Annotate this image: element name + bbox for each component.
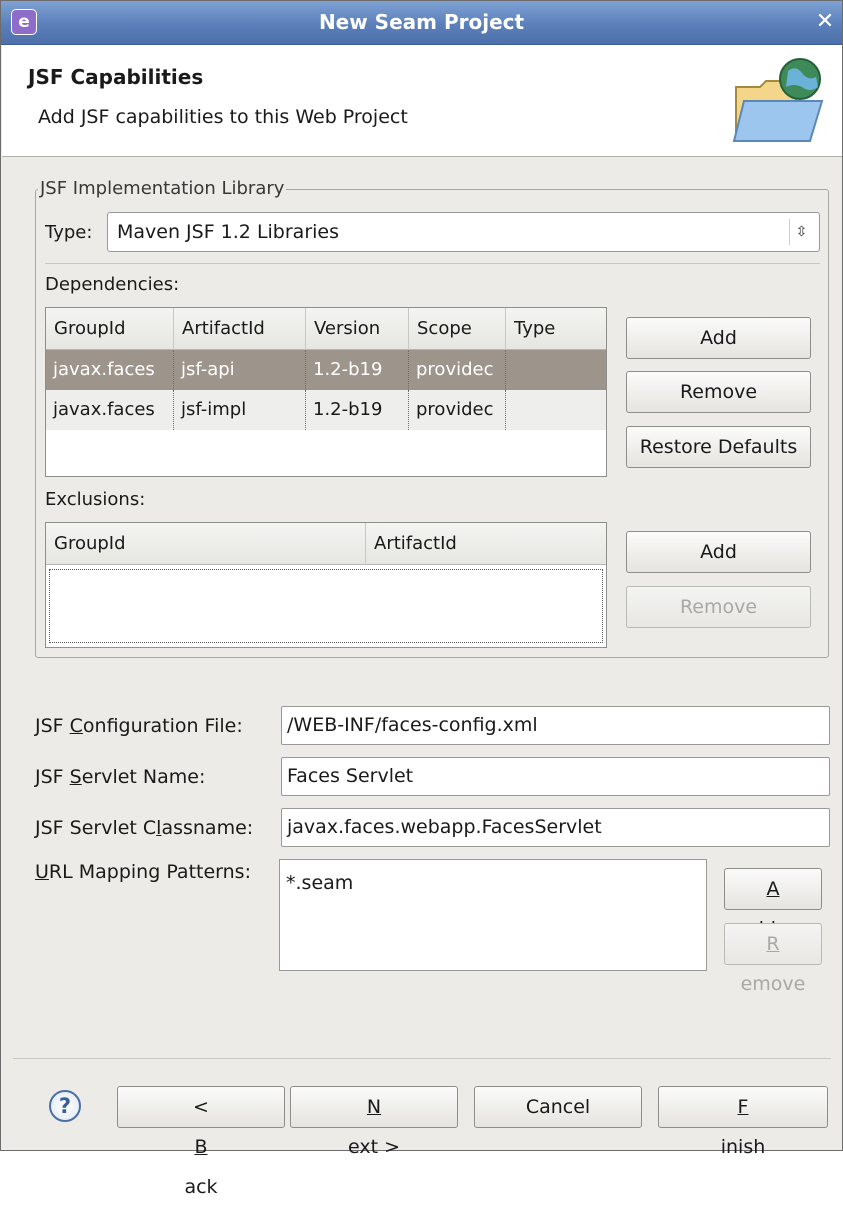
exclusion-add-button[interactable]: Add [626,531,811,573]
exclusion-remove-button[interactable]: Remove [626,586,811,628]
updown-chevron-icon[interactable]: ⇳ [789,219,813,245]
help-icon[interactable]: ? [49,1090,81,1122]
library-type-value: Maven JSF 1.2 Libraries [117,221,339,243]
button-label: Cancel [525,1096,591,1118]
url-remove-button[interactable]: Remove [724,923,822,995]
table-header: GroupId ArtifactId Version Scope Type [46,308,606,350]
exclusions-table[interactable]: GroupId ArtifactId [45,522,607,648]
url-mapping-label: URL Mapping Patterns: [35,861,251,883]
table-header: GroupId ArtifactId [46,523,606,565]
type-label: Type: [45,222,93,243]
label-text: < [193,1096,209,1118]
servlet-classname-label: JSF Servlet Classname: [35,817,253,839]
cell-group: javax.faces [46,390,174,430]
mnemonic: N [366,1096,382,1118]
mnemonic: B [194,1136,208,1158]
cell-group: javax.faces [46,350,174,390]
label-text: JSF [35,715,70,737]
mnemonic: A [766,878,780,900]
label-text: onfiguration File: [82,715,243,737]
table-row[interactable]: javax.faces jsf-api 1.2-b19 providec [46,350,606,390]
label-text: ack [184,1176,218,1198]
button-label: Add [700,541,737,563]
table-row[interactable]: javax.faces jsf-impl 1.2-b19 providec [46,390,606,430]
column-header[interactable]: ArtifactId [366,523,607,565]
empty-table-focus [49,569,603,643]
close-icon[interactable]: ✕ [814,11,836,33]
servlet-classname-input[interactable]: javax.faces.webapp.FacesServlet [281,808,830,847]
list-item[interactable]: *.seam [286,872,706,894]
dependencies-table[interactable]: GroupId ArtifactId Version Scope Type ja… [45,307,607,477]
dependency-add-button[interactable]: Add [626,317,811,359]
cell-type [506,390,607,430]
library-type-select[interactable]: Maven JSF 1.2 Libraries ⇳ [107,212,820,252]
footer-separator [13,1058,831,1059]
page-description: Add JSF capabilities to this Web Project [38,106,408,128]
exclusions-label: Exclusions: [45,489,146,510]
page-title: JSF Capabilities [28,65,204,89]
next-button[interactable]: Next > [290,1086,458,1158]
cell-version: 1.2-b19 [306,390,409,430]
column-header[interactable]: Type [506,308,607,350]
url-patterns-list[interactable]: *.seam [279,859,707,971]
group-label: JSF Implementation Library [38,178,287,199]
url-add-button[interactable]: Add... [724,868,822,940]
label-text: RL Mapping Patterns: [48,861,251,883]
wizard-header: JSF Capabilities Add JSF capabilities to… [2,45,842,157]
button-label: Restore Defaults [639,436,798,458]
window-title: New Seam Project [318,10,525,34]
column-header[interactable]: GroupId [46,308,174,350]
cell-type [506,350,607,390]
back-button[interactable]: < Back [117,1086,285,1198]
button-label: Remove [725,924,821,1004]
label-text: JSF [35,766,70,788]
label-text: assname: [161,817,254,839]
column-header[interactable]: Version [306,308,409,350]
label-text: ext > [347,1136,400,1158]
servlet-name-label: JSF Servlet Name: [35,766,205,788]
mnemonic: C [69,715,83,737]
cell-version: 1.2-b19 [306,350,409,390]
cell-artifact: jsf-api [174,350,306,390]
finish-button[interactable]: Finish [658,1086,828,1158]
servlet-name-input[interactable]: Faces Servlet [281,757,830,796]
cell-scope: providec [409,390,506,430]
column-header[interactable]: GroupId [46,523,366,565]
cell-scope: providec [409,350,506,390]
button-label: Remove [679,596,758,618]
cell-artifact: jsf-impl [174,390,306,430]
separator [45,263,820,264]
dependencies-label: Dependencies: [45,274,180,295]
column-header[interactable]: ArtifactId [174,308,306,350]
restore-defaults-button[interactable]: Restore Defaults [626,426,811,468]
column-header[interactable]: Scope [409,308,506,350]
dependency-remove-button[interactable]: Remove [626,371,811,413]
label-text: emove [740,973,806,995]
label-text: ervlet Name: [81,766,206,788]
folder-globe-icon [732,58,824,142]
button-label: Next > [291,1087,457,1167]
mnemonic: S [69,766,82,788]
mnemonic: U [35,861,49,883]
button-label: Add [700,327,737,349]
button-label: Finish [659,1087,827,1167]
button-label: Remove [679,381,758,403]
config-file-label: JSF Configuration File: [35,715,243,737]
mnemonic: F [737,1096,749,1118]
label-text: JSF Servlet C [35,817,157,839]
title-bar[interactable]: e New Seam Project ✕ [1,1,842,45]
mnemonic: R [766,933,780,955]
button-label: < Back [118,1087,284,1207]
dialog-window: e New Seam Project ✕ JSF Capabilities Ad… [0,0,843,1198]
config-file-input[interactable]: /WEB-INF/faces-config.xml [281,706,830,745]
label-text: inish [720,1136,766,1158]
cancel-button[interactable]: Cancel [474,1086,642,1128]
